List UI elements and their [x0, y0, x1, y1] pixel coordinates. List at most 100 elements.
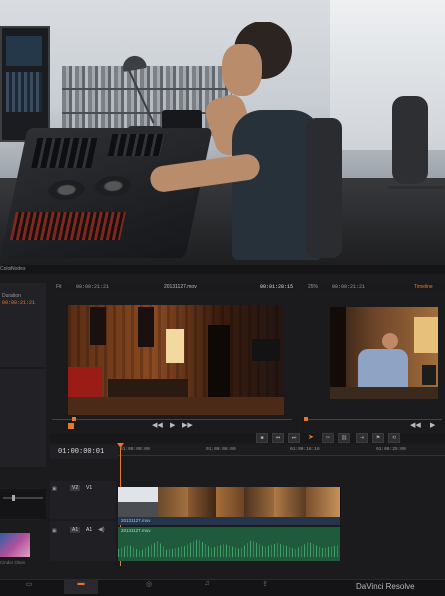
razor-icon[interactable]: ✂ [322, 433, 334, 443]
panel-buttons [31, 138, 98, 168]
play-icon[interactable]: ▶ [170, 422, 175, 430]
panel-buttons [107, 134, 165, 156]
desk [330, 387, 438, 399]
audio-waveform [118, 539, 340, 557]
audio-clip[interactable]: 20131127.mov [118, 527, 340, 561]
page-tab-deliver[interactable]: ⇪ [248, 580, 282, 594]
timeline-scrubber[interactable] [304, 419, 442, 420]
menu-bar: Color Nodes [0, 265, 445, 274]
pointer-tool-icon[interactable]: ➤ [308, 433, 314, 441]
monitor-screen [6, 36, 42, 66]
person-head [382, 333, 398, 349]
hero-photo [0, 0, 445, 265]
clip-thumbnail-label: Cinder Okes [0, 560, 26, 565]
ruler-label: 01:00:08:00 [206, 447, 236, 452]
mark-in-icon[interactable] [68, 423, 74, 429]
duration-value: 00:00:21:21 [2, 300, 36, 306]
fit-dropdown[interactable]: Fit [56, 284, 62, 290]
page-tab-edit[interactable]: ▬ [64, 580, 98, 594]
timeline-viewer-header: 25% 00:00:21:21 Timeline [302, 283, 445, 292]
audio-clip-name: 20131127.mov [121, 528, 151, 533]
source-viewer-header: Fit 00:00:21:21 20131127.mov 00:01:28:15 [50, 283, 298, 292]
timeline-transport: ◀◀ ▶ [302, 417, 445, 431]
floor [68, 397, 284, 415]
fast-forward-icon[interactable]: ▶▶ [182, 422, 193, 430]
tv-screen [252, 339, 280, 361]
timeline-viewer-label: Timeline [414, 284, 433, 290]
timeline-viewer[interactable] [330, 307, 438, 399]
lock-icon[interactable]: ▣ [52, 486, 57, 492]
trackball [93, 176, 134, 196]
shelf-shadow [330, 307, 346, 399]
flag-icon[interactable]: ⚑ [372, 433, 384, 443]
media-pool-panel [0, 369, 46, 467]
ruler-label: 01:00:16:16 [290, 447, 320, 452]
shelf-divider [62, 88, 232, 90]
clip-thumbnail-frame [118, 487, 159, 517]
audio-meter-panel [0, 489, 46, 519]
audio-track-badge[interactable]: A1 [70, 527, 81, 533]
timeline-playhead-mini[interactable] [304, 417, 308, 421]
lamp-glow [166, 329, 184, 363]
person-face [222, 44, 262, 96]
rewind-icon[interactable]: ◀◀ [152, 422, 163, 430]
menu-nodes[interactable]: Nodes [11, 266, 25, 272]
video-track-badge[interactable]: V2 [70, 485, 81, 491]
color-grading-panel [0, 128, 213, 258]
video-track-name: V1 [86, 485, 93, 491]
source-viewer[interactable] [68, 305, 284, 415]
video-clip[interactable] [118, 487, 341, 517]
source-duration: 00:01:28:15 [260, 284, 294, 290]
audio-track-header: ▣ A1 A1 ◀) [50, 521, 116, 561]
lantern [90, 307, 106, 345]
step-forward-icon[interactable]: ⏭ [288, 433, 300, 443]
ruler-label: 01:00:00:00 [120, 447, 150, 452]
lock-icon[interactable]: ▣ [52, 528, 57, 534]
clip-thumbnail-frame [244, 487, 275, 517]
source-playhead[interactable] [72, 417, 76, 421]
step-back-icon[interactable]: ⏮ [272, 433, 284, 443]
video-clip-label-bar: 20131127.mov [118, 517, 340, 525]
page-tab-media[interactable]: ▭ [12, 580, 46, 594]
edit-toolbar: ■ ⏮ ⏭ ➤ ✂ ⛓ ⇥ ⚑ ⟲ [50, 433, 445, 443]
doorway [208, 325, 230, 397]
timeline-timecode-box: 01:00:00:01 [50, 445, 118, 459]
office-chair [306, 118, 342, 258]
source-timecode: 00:00:21:21 [76, 284, 110, 290]
timeline-ruler[interactable]: 01:00:00:00 01:00:08:00 01:00:16:16 01:0… [118, 445, 445, 456]
page-tab-color[interactable]: ◎ [132, 580, 166, 594]
timeline-current-timecode: 01:00:00:01 [58, 448, 105, 456]
page-tab-fairlight[interactable]: ♫ [190, 580, 224, 594]
speaker-icon[interactable]: ◀) [98, 526, 105, 533]
clip-thumbnail-frame [188, 487, 217, 517]
timeline-viewer-timecode: 00:00:21:21 [332, 284, 366, 290]
office-chair [392, 96, 428, 184]
chair-base [388, 186, 444, 189]
clip-thumbnail-frame [306, 487, 341, 517]
window-glow [414, 317, 438, 353]
level-slider-handle[interactable] [12, 495, 15, 501]
trackball [46, 180, 87, 200]
zoom-dropdown[interactable]: 25% [308, 284, 318, 290]
clip-thumbnail[interactable] [0, 533, 30, 557]
video-clip-name: 20131127.mov [121, 518, 151, 523]
source-scrubber[interactable] [52, 419, 292, 420]
stop-icon[interactable]: ■ [256, 433, 268, 443]
clip-thumbnail-frame [216, 487, 245, 517]
rewind-icon[interactable]: ◀◀ [410, 422, 421, 430]
monitor-screen [6, 72, 42, 112]
metadata-panel: Duration 00:00:21:21 [0, 283, 46, 367]
monitor [0, 26, 50, 142]
source-clip-name: 20131127.mov [164, 284, 197, 290]
duration-label: Duration [2, 293, 21, 299]
clip-thumbnail-frame [274, 487, 307, 517]
panel-leds [9, 212, 126, 240]
snap-icon[interactable]: ⇥ [356, 433, 368, 443]
play-icon[interactable]: ▶ [430, 422, 435, 430]
clip-thumbnail-frame [158, 487, 189, 517]
link-icon[interactable]: ⛓ [338, 433, 350, 443]
laptop [422, 365, 436, 385]
loop-icon[interactable]: ⟲ [388, 433, 400, 443]
level-slider[interactable] [3, 497, 43, 499]
davinci-resolve-window: Color Nodes Duration 00:00:21:21 Cinder … [0, 265, 445, 596]
